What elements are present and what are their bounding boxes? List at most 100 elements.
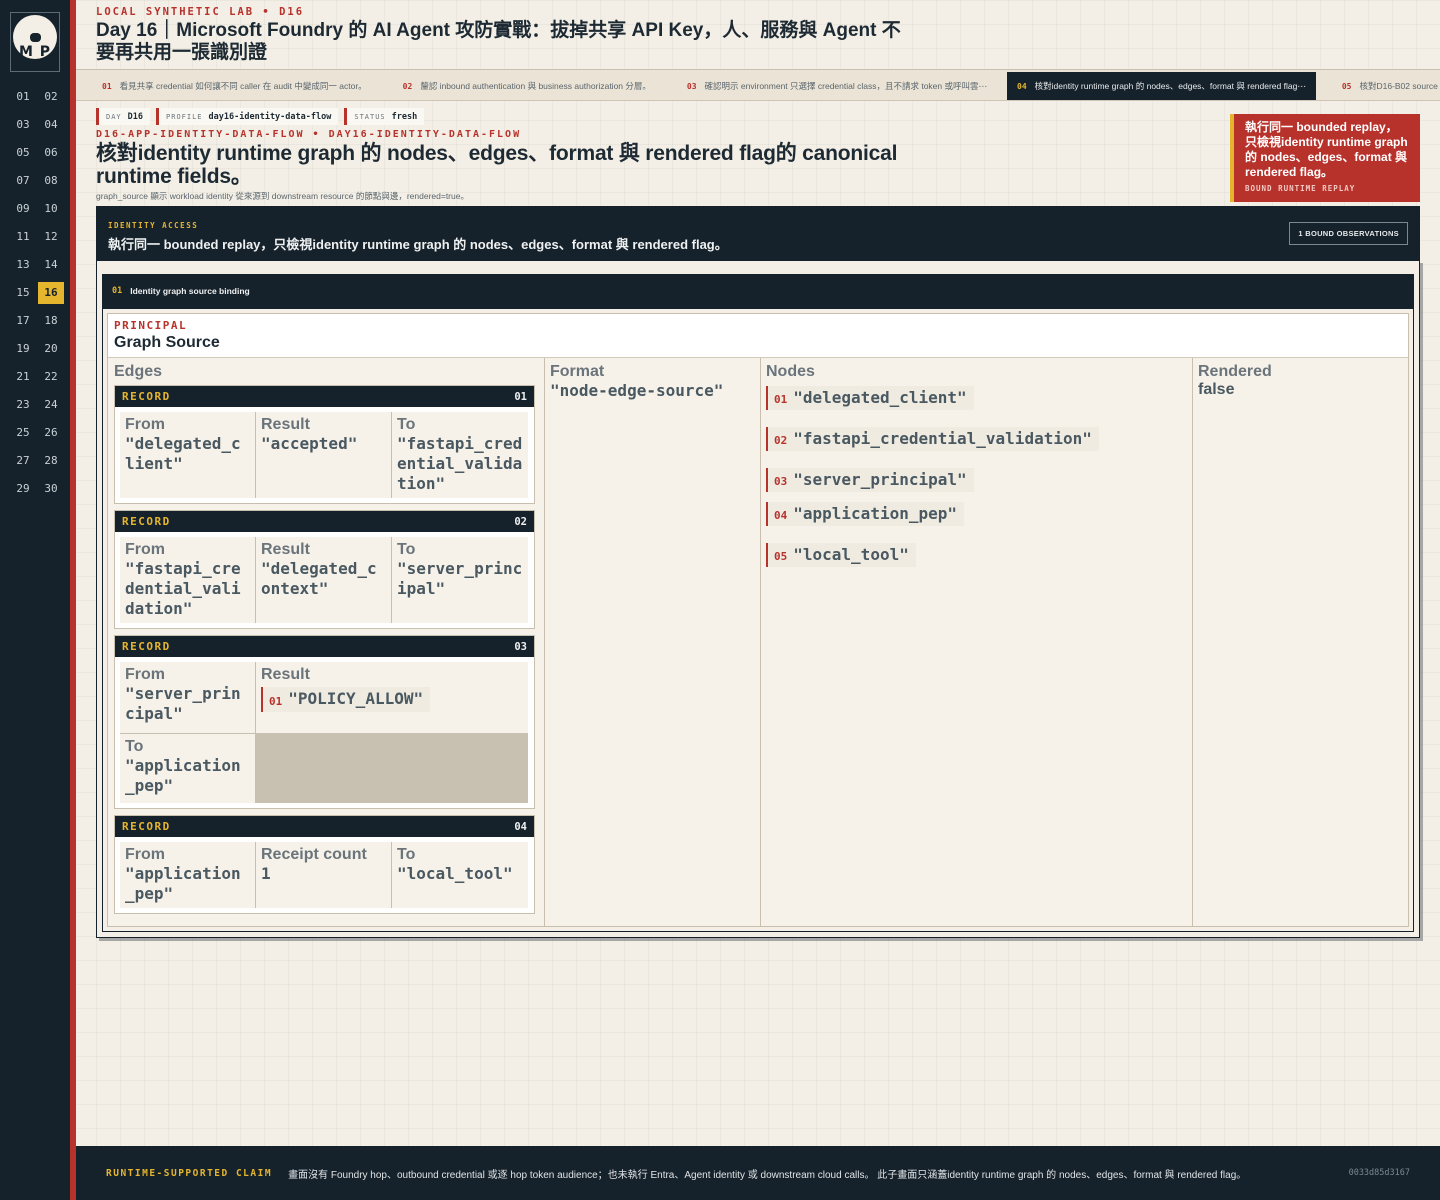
day-link-12[interactable]: 12 — [38, 226, 64, 248]
nodes-column: Nodes 01 "delegated_client" 02 "fastapi_cre… — [766, 358, 1186, 926]
edge-from: From "delegated_client" — [120, 412, 256, 498]
day-link-15[interactable]: 15 — [10, 282, 36, 304]
edges-label: Edges — [114, 363, 163, 380]
rendered-value: false — [1198, 381, 1235, 398]
day-link-08[interactable]: 08 — [38, 170, 64, 192]
from-value: "application_pep" — [125, 864, 241, 903]
observation-body: PRINCIPAL Graph Source Edges RECORD 01 F… — [107, 313, 1409, 927]
result-item-index: 01 — [269, 694, 283, 708]
observation-header[interactable]: 01 Identity graph source binding — [103, 275, 1413, 309]
section-kicker: D16-APP-IDENTITY-DATA-FLOW • DAY16-IDENT… — [96, 129, 522, 140]
tab-number: 04 — [1017, 81, 1027, 91]
day-link-28[interactable]: 28 — [38, 450, 64, 472]
node-value: "application_pep" — [793, 504, 958, 523]
header-kicker: LOCAL SYNTHETIC LAB • D16 — [96, 6, 305, 18]
tab-step-02[interactable]: 02 釐認 inbound authentication 與 business a… — [393, 72, 661, 100]
node-value: "local_tool" — [793, 545, 909, 564]
tab-number: 01 — [102, 81, 112, 91]
footer-text: 畫面沒有 Foundry hop、outbound credential 或逐 … — [288, 1169, 1247, 1181]
day-link-05[interactable]: 05 — [10, 142, 36, 164]
column-divider — [1192, 358, 1193, 926]
day-link-26[interactable]: 26 — [38, 422, 64, 444]
tab-step-03[interactable]: 03 確認明示 environment 只選擇 credential class，… — [677, 72, 997, 100]
edge-to: To "fastapi_credential_validation" — [392, 412, 528, 498]
day-link-19[interactable]: 19 — [10, 338, 36, 360]
day-link-13[interactable]: 13 — [10, 254, 36, 276]
edge-result: Result "delegated_context" — [256, 537, 392, 623]
node-item: 04 "application_pep" — [766, 502, 965, 526]
day-link-30[interactable]: 30 — [38, 478, 64, 500]
to-value: "fastapi_credential_validation" — [397, 434, 523, 493]
edge-record: RECORD 01 From "delegated_client" Result "… — [114, 385, 535, 504]
edge-result: Result 01 "POLICY_ALLOW" — [256, 662, 528, 733]
day-link-09[interactable]: 09 — [10, 198, 36, 220]
callout-text: 執行同一 bounded replay，只檢視identity runtime … — [1245, 120, 1408, 179]
day-link-07[interactable]: 07 — [10, 170, 36, 192]
from-label: From — [125, 666, 165, 683]
tab-label: 確認明示 environment 只選擇 credential class，且不… — [704, 81, 987, 91]
claim-footer: RUNTIME-SUPPORTED CLAIM 畫面沒有 Foundry hop… — [76, 1146, 1440, 1200]
meta-key: DAY — [106, 112, 122, 121]
result-value: "accepted" — [261, 434, 358, 453]
from-value: "delegated_client" — [125, 434, 241, 473]
record-header: RECORD 01 — [115, 386, 534, 407]
node-index: 01 — [774, 393, 788, 406]
day-link-04[interactable]: 04 — [38, 114, 64, 136]
record-label: RECORD — [122, 640, 171, 653]
day-link-25[interactable]: 25 — [10, 422, 36, 444]
result-label: Result — [261, 541, 310, 558]
day-link-22[interactable]: 22 — [38, 366, 64, 388]
node-value: "server_principal" — [793, 470, 967, 489]
day-link-29[interactable]: 29 — [10, 478, 36, 500]
meta-chips: DAY D16 PROFILE day16-identity-data-flow STA… — [96, 108, 425, 125]
logo[interactable]: M P — [10, 12, 60, 72]
page-title: Day 16｜Microsoft Foundry 的 AI Agent 攻防實戰… — [96, 20, 901, 63]
day-link-06[interactable]: 06 — [38, 142, 64, 164]
tab-label: 看見共享 credential 如何讓不同 caller 在 audit 中變成… — [119, 81, 367, 91]
to-label: To — [125, 738, 144, 755]
node-index: 04 — [774, 509, 788, 522]
edge-to: To "server_principal" — [392, 537, 528, 623]
day-link-02[interactable]: 02 — [38, 86, 64, 108]
day-link-21[interactable]: 21 — [10, 366, 36, 388]
to-label: To — [397, 416, 416, 433]
node-value: "delegated_client" — [793, 388, 967, 407]
tab-step-05[interactable]: 05 核對D16-B02 source outcome 的 status — [1332, 72, 1440, 100]
day-link-24[interactable]: 24 — [38, 394, 64, 416]
edge-to: To "local_tool" — [392, 842, 528, 908]
day-link-18[interactable]: 18 — [38, 310, 64, 332]
to-value: "application_pep" — [125, 756, 241, 795]
section-description: graph_source 顯示 workload identity 從來源到 d… — [96, 191, 469, 201]
result-item-value: "POLICY_ALLOW" — [288, 689, 424, 708]
day-link-01[interactable]: 01 — [10, 86, 36, 108]
edge-from: From "server_principal" — [120, 662, 256, 733]
record-number: 03 — [514, 640, 527, 653]
principal-label: PRINCIPAL — [114, 319, 188, 332]
day-link-17[interactable]: 17 — [10, 310, 36, 332]
day-link-20[interactable]: 20 — [38, 338, 64, 360]
tab-step-04[interactable]: 04 核對identity runtime graph 的 nodes、edges… — [1007, 72, 1316, 100]
edge-record: RECORD 03 From "server_principal" Result … — [114, 635, 535, 809]
edge-record: RECORD 04 From "application_pep" Receipt … — [114, 815, 535, 914]
record-number: 01 — [514, 390, 527, 403]
edge-to: To "application_pep" — [120, 733, 256, 803]
day-link-16[interactable]: 16 — [38, 282, 64, 304]
field-columns: Edges RECORD 01 From "delegated_client" R… — [108, 358, 1408, 926]
day-link-27[interactable]: 27 — [10, 450, 36, 472]
day-link-11[interactable]: 11 — [10, 226, 36, 248]
callout-label: BOUND RUNTIME REPLAY — [1245, 184, 1356, 193]
observations-badge[interactable]: 1 BOUND OBSERVATIONS — [1289, 222, 1408, 245]
receipt-count-value: 1 — [261, 864, 271, 883]
meta-key: PROFILE — [166, 112, 203, 121]
day-link-23[interactable]: 23 — [10, 394, 36, 416]
observation-frame: 01 Identity graph source binding PRINCIP… — [96, 260, 1420, 938]
accent-bar — [70, 0, 76, 1200]
principal-value: Graph Source — [114, 334, 220, 351]
day-link-10[interactable]: 10 — [38, 198, 64, 220]
day-link-03[interactable]: 03 — [10, 114, 36, 136]
tab-step-01[interactable]: 01 看見共享 credential 如何讓不同 caller 在 audit 中… — [92, 72, 377, 100]
record-label: RECORD — [122, 820, 171, 833]
column-divider — [760, 358, 761, 926]
day-link-14[interactable]: 14 — [38, 254, 64, 276]
meta-key: STATUS — [354, 112, 386, 121]
